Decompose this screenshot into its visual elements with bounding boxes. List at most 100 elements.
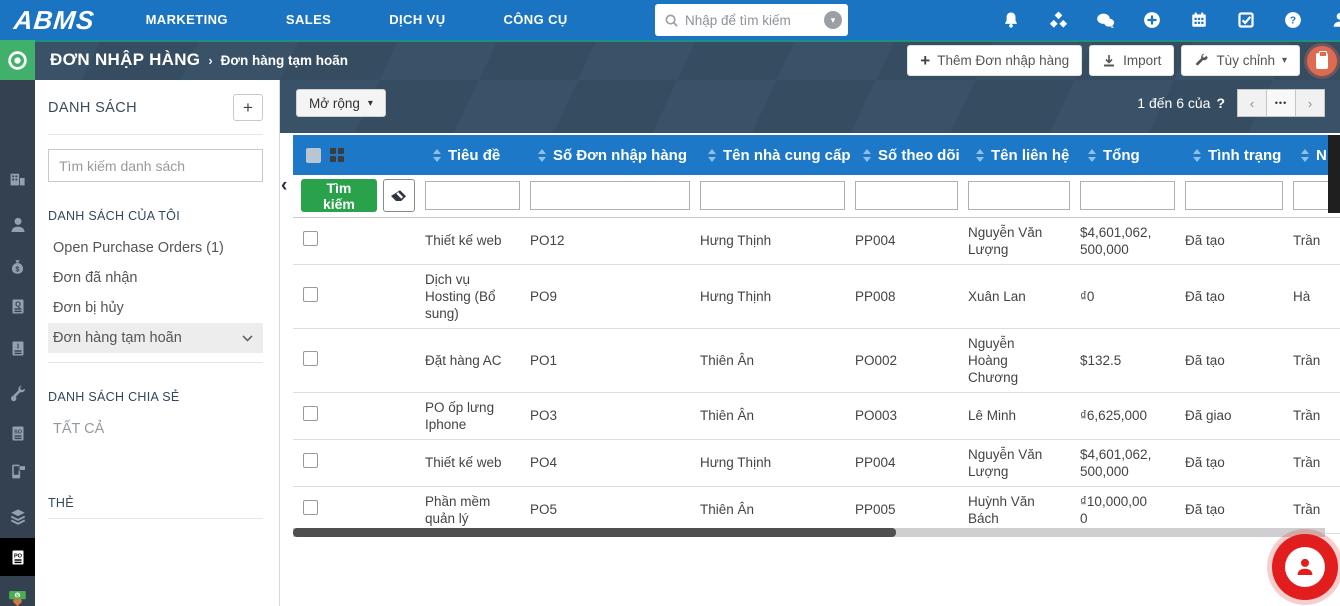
column-header-ten-nha-cung-cap[interactable]: Tên nhà cung cấp bbox=[700, 135, 855, 175]
svg-text:I: I bbox=[16, 342, 18, 351]
column-header-tong[interactable]: Tổng bbox=[1080, 135, 1185, 175]
commissions-icon[interactable]: $ bbox=[0, 588, 35, 606]
divider bbox=[48, 134, 263, 135]
import-button[interactable]: Import bbox=[1089, 45, 1175, 76]
search-scope-dropdown[interactable]: ▾ bbox=[824, 11, 842, 29]
profile-icon[interactable] bbox=[1330, 10, 1340, 30]
select-all-checkbox[interactable] bbox=[306, 147, 321, 163]
expand-button[interactable]: Mở rộng ▾ bbox=[296, 89, 386, 117]
add-list-button[interactable]: + bbox=[233, 94, 263, 121]
row-checkbox[interactable] bbox=[303, 453, 318, 468]
products-icon[interactable] bbox=[0, 508, 35, 526]
vertical-scrollbar[interactable] bbox=[1328, 135, 1340, 213]
filter-input-ten-lien-he[interactable] bbox=[968, 181, 1070, 211]
calendar-icon[interactable] bbox=[1189, 10, 1209, 30]
column-header-tieu-de[interactable]: Tiêu đề bbox=[425, 135, 530, 175]
global-search-input[interactable] bbox=[685, 12, 824, 28]
support-contact-inner bbox=[1285, 547, 1325, 587]
row-checkbox[interactable] bbox=[303, 350, 318, 366]
table-row[interactable]: Đặt hàng AC PO1 Thiên Ân PO002 Nguyễn Ho… bbox=[293, 328, 1340, 393]
chat-icon[interactable] bbox=[1095, 10, 1115, 30]
sidebar-item-don-hang-tam-hoan[interactable]: Đơn hàng tạm hoãn bbox=[48, 323, 263, 353]
filter-input-ten-nha-cung-cap[interactable] bbox=[700, 181, 845, 211]
filter-input-so-theo-doi[interactable] bbox=[855, 181, 958, 211]
table-search-button[interactable]: Tìm kiếm bbox=[301, 179, 377, 213]
onboarding-widget-button[interactable] bbox=[1307, 46, 1337, 76]
bell-icon[interactable] bbox=[1001, 10, 1021, 30]
svg-text:$: $ bbox=[16, 594, 19, 600]
menu-cong-cu[interactable]: CÔNG CỤ bbox=[474, 0, 596, 40]
table-row[interactable]: Phần mềm quản lý PO5 Thiên Ân PP005 Huỳn… bbox=[293, 486, 1340, 534]
quotes-icon[interactable]: Q bbox=[0, 298, 35, 315]
purchase-orders-icon[interactable]: PO bbox=[0, 538, 35, 576]
main-menu: MARKETING SALES DỊCH VỤ CÔNG CỤ bbox=[117, 0, 597, 40]
select-all-header-cell bbox=[293, 135, 425, 175]
sales-orders-icon[interactable]: SO bbox=[0, 425, 35, 442]
pagination: 1 đến 6 của ? ‹ ••• › bbox=[1137, 89, 1325, 117]
next-page-button[interactable]: › bbox=[1295, 89, 1325, 117]
column-header-so-theo-doi[interactable]: Số theo dõi bbox=[855, 135, 968, 175]
filter-input-tong[interactable] bbox=[1080, 181, 1175, 211]
tasks-icon[interactable] bbox=[1236, 10, 1256, 30]
sidebar-item-don-da-nhan[interactable]: Đơn đã nhận bbox=[48, 263, 263, 293]
menu-sales[interactable]: SALES bbox=[257, 0, 360, 40]
modules-icon[interactable] bbox=[1048, 10, 1068, 30]
sort-icon bbox=[708, 149, 716, 163]
module-rail: $ Q I SO PO $ bbox=[0, 80, 35, 606]
customize-button[interactable]: Tùy chỉnh ▾ bbox=[1181, 45, 1300, 76]
help-icon[interactable]: ? bbox=[1283, 10, 1303, 30]
table-row[interactable]: Thiết kế web PO4 Hưng Thịnh PP004 Nguyễn… bbox=[293, 439, 1340, 487]
row-checkbox[interactable] bbox=[303, 231, 318, 246]
sidebar-collapse-handle[interactable]: ‹ bbox=[281, 175, 287, 197]
filter-input-tieu-de[interactable] bbox=[425, 181, 520, 211]
services-icon[interactable] bbox=[0, 385, 35, 403]
grid-view-icon[interactable] bbox=[330, 148, 344, 162]
clear-filters-button[interactable] bbox=[382, 179, 415, 213]
sort-icon bbox=[1088, 149, 1096, 163]
horizontal-scrollbar-thumb[interactable] bbox=[293, 528, 896, 537]
filter-row: Tìm kiếm bbox=[293, 175, 1340, 218]
sort-icon bbox=[1301, 149, 1309, 163]
add-purchase-order-button[interactable]: + Thêm Đơn nhập hàng bbox=[907, 45, 1083, 76]
invoices-icon[interactable]: I bbox=[0, 340, 35, 357]
sort-icon bbox=[433, 149, 441, 163]
sidebar-item-don-bi-huy[interactable]: Đơn bị hủy bbox=[48, 293, 263, 323]
tags-header: THẺ bbox=[48, 496, 74, 510]
pagination-total[interactable]: ? bbox=[1216, 95, 1225, 111]
table-row[interactable]: PO ốp lưng Iphone PO3 Thiên Ân PO003 Lê … bbox=[293, 392, 1340, 440]
row-checkbox[interactable] bbox=[303, 406, 318, 421]
menu-dich-vu[interactable]: DỊCH VỤ bbox=[360, 0, 474, 40]
deals-icon[interactable]: $ bbox=[0, 259, 35, 276]
column-header-so-don-nhap-hang[interactable]: Số Đơn nhập hàng bbox=[530, 135, 700, 175]
company-icon[interactable] bbox=[0, 170, 35, 187]
horizontal-scrollbar[interactable] bbox=[293, 528, 1325, 537]
menu-marketing[interactable]: MARKETING bbox=[117, 0, 257, 40]
prev-page-button[interactable]: ‹ bbox=[1237, 89, 1267, 117]
page-title: ĐƠN NHẬP HÀNG bbox=[50, 50, 201, 69]
column-header-ten-lien-he[interactable]: Tên liên hệ bbox=[968, 135, 1080, 175]
search-icon bbox=[665, 14, 678, 27]
wrench-icon bbox=[1196, 53, 1209, 66]
sidebar-item-tat-ca[interactable]: TẤT CẢ bbox=[48, 414, 263, 444]
person-icon bbox=[1297, 558, 1313, 575]
sidebar-item-open-purchase-orders[interactable]: Open Purchase Orders (1) bbox=[48, 233, 263, 263]
table-row[interactable]: Dịch vụ Hosting (Bổ sung) PO9 Hưng Thịnh… bbox=[293, 264, 1340, 329]
support-contact-button[interactable] bbox=[1272, 534, 1338, 600]
my-lists-header: DANH SÁCH CỦA TÔI bbox=[48, 209, 180, 223]
abms-logo[interactable]: ABMS bbox=[12, 5, 96, 36]
module-target-icon[interactable] bbox=[0, 40, 35, 80]
contacts-icon[interactable] bbox=[0, 216, 35, 234]
divider bbox=[48, 362, 263, 363]
quick-add-icon[interactable] bbox=[1142, 10, 1162, 30]
eraser-icon bbox=[391, 189, 407, 201]
list-search-input[interactable] bbox=[48, 149, 263, 182]
sort-icon bbox=[538, 149, 546, 163]
row-checkbox[interactable] bbox=[303, 500, 318, 515]
filter-input-so-don-nhap-hang[interactable] bbox=[530, 181, 690, 211]
filter-input-tinh-trang[interactable] bbox=[1185, 181, 1283, 211]
row-checkbox[interactable] bbox=[303, 286, 318, 302]
table-row[interactable]: Thiết kế web PO12 Hưng Thịnh PP004 Nguyễ… bbox=[293, 217, 1340, 265]
sms-icon[interactable] bbox=[0, 463, 35, 480]
column-header-tinh-trang[interactable]: Tình trạng bbox=[1185, 135, 1293, 175]
page-more-button[interactable]: ••• bbox=[1266, 89, 1296, 117]
